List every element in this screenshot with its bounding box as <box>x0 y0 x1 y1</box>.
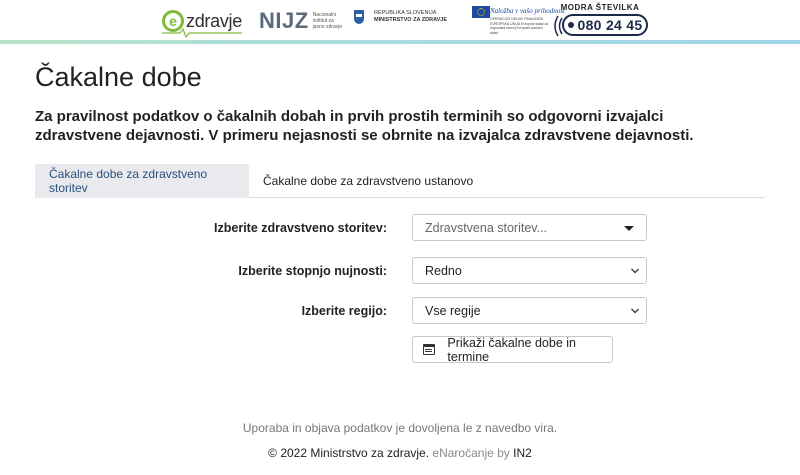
urgency-select[interactable]: Redno <box>412 257 647 284</box>
chevron-down-icon <box>631 308 639 314</box>
enarocanje-link[interactable]: eNaročanje <box>432 446 493 460</box>
footer-copyright: © 2022 Ministrstvo za zdravje. eNaročanj… <box>0 446 800 460</box>
by-text: by <box>497 446 510 460</box>
copyright-text: © 2022 Ministrstvo za zdravje. <box>268 446 430 460</box>
ezdravje-logo[interactable]: e zdravje <box>162 6 242 38</box>
urgency-row: Izberite stopnjo nujnosti: Redno <box>0 257 800 285</box>
hotline-badge[interactable]: MODRA ŠTEVILKA 080 24 45 <box>552 3 648 39</box>
tab-bar: Čakalne dobe za zdravstveno storitev Čak… <box>35 164 765 198</box>
service-placeholder: Zdravstvena storitev... <box>425 220 548 235</box>
nijz-logo-subtitle: Nacionalni inštitut za javno zdravje <box>312 12 343 30</box>
caret-down-icon <box>624 226 634 231</box>
show-waiting-times-button[interactable]: Prikaži čakalne dobe in termine <box>412 335 613 364</box>
hotline-number: 080 24 45 <box>577 17 643 33</box>
region-label: Izberite regijo: <box>301 304 387 318</box>
tab-service-waiting-times[interactable]: Čakalne dobe za zdravstveno storitev <box>35 164 249 198</box>
show-button-label: Prikaži čakalne dobe in termine <box>447 335 576 364</box>
urgency-label: Izberite stopnjo nujnosti: <box>238 264 387 278</box>
tab-label: Čakalne dobe za zdravstveno storitev <box>49 167 208 195</box>
dot-icon <box>567 22 574 28</box>
site-header: e zdravje NIJZ Nacionalni inštitut za ja… <box>0 0 800 44</box>
vendor-name: IN2 <box>513 446 532 460</box>
eu-funding-logo[interactable]: Naložba v vašo prihodnost OPERACIJO DELN… <box>462 6 565 38</box>
calendar-icon <box>423 344 436 355</box>
eu-flag-icon <box>472 6 490 18</box>
nijz-logo[interactable]: NIJZ Nacionalni inštitut za javno zdravj… <box>259 8 347 34</box>
ministry-logo[interactable]: REPUBLIKA SLOVENIJA MINISTRSTVO ZA ZDRAV… <box>354 10 447 24</box>
urgency-value: Redno <box>425 263 462 278</box>
hotline-number-box: 080 24 45 <box>562 14 648 36</box>
ministry-logo-text: REPUBLIKA SLOVENIJA MINISTRSTVO ZA ZDRAV… <box>374 10 447 24</box>
service-select[interactable]: Zdravstvena storitev... <box>412 214 647 241</box>
page-title: Čakalne dobe <box>35 62 202 92</box>
intro-text: Za pravilnost podatkov o čakalnih dobah … <box>35 108 694 144</box>
slovenia-crest-icon <box>354 10 364 24</box>
region-row: Izberite regijo: Vse regije <box>0 297 800 325</box>
service-row: Izberite zdravstveno storitev: Zdravstve… <box>0 214 800 242</box>
ministry-line2: MINISTRSTVO ZA ZDRAVJE <box>374 17 448 23</box>
region-select[interactable]: Vse regije <box>412 297 647 324</box>
tab-label: Čakalne dobe za zdravstveno ustanovo <box>263 174 474 188</box>
tab-institution-waiting-times[interactable]: Čakalne dobe za zdravstveno ustanovo <box>249 164 487 198</box>
ministry-line1: REPUBLIKA SLOVENIJA <box>374 10 437 16</box>
hotline-label: MODRA ŠTEVILKA <box>560 3 640 12</box>
chevron-down-icon <box>631 268 639 274</box>
service-label: Izberite zdravstveno storitev: <box>214 221 387 235</box>
nijz-logo-text: NIJZ <box>259 8 309 33</box>
footer-usage-note: Uporaba in objava podatkov je dovoljena … <box>242 421 558 435</box>
header-gradient-bar <box>0 40 800 44</box>
eu-logo-subtitle: OPERACIJO DELNO FINANCIRA EVROPSKA UNIJA… <box>490 17 549 35</box>
pulse-line-icon <box>162 28 242 38</box>
region-value: Vse regije <box>425 303 481 318</box>
